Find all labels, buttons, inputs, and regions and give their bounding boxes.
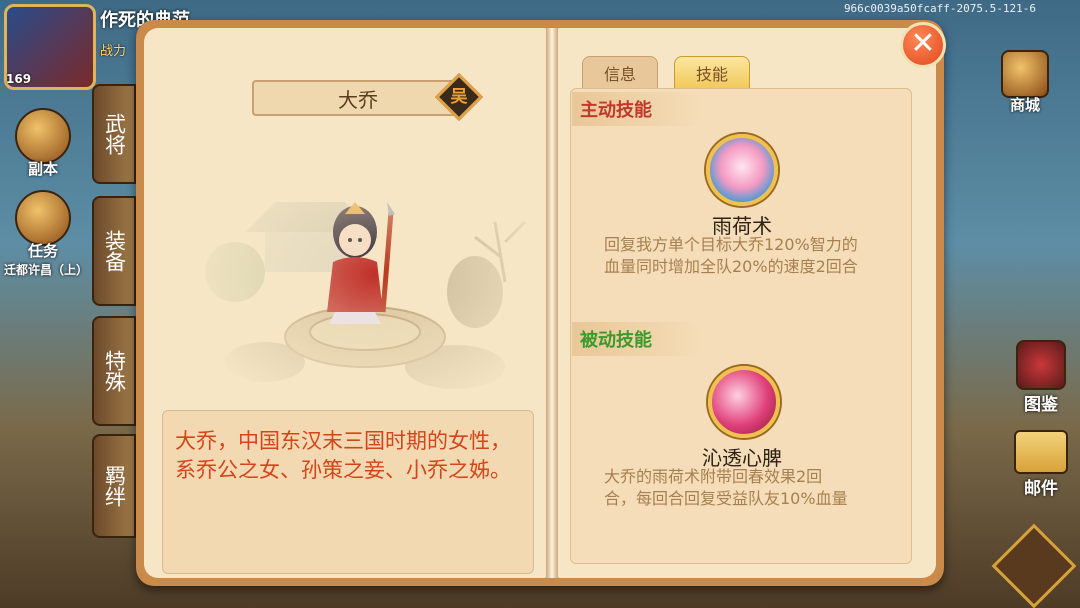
side-tab-generals[interactable]: 武将 [92,84,136,184]
mail-label: 邮件 [1024,479,1058,499]
lotus-icon[interactable] [706,134,778,206]
shop-button[interactable]: 商城 [994,50,1056,115]
side-tab-bonds[interactable]: 羁绊 [92,434,136,538]
tab-skills[interactable]: 技能 [674,56,750,90]
player-level: 169 [6,72,32,86]
build-watermark: 966c0039a50fcaff-2075.5-121-6 [843,2,1036,15]
hero-description-text: 大乔，中国东汉末三国时期的女性，系乔公之女、孙策之妾、小乔之姊。 [175,429,511,482]
catalog-button[interactable]: 图鉴 [1010,340,1072,415]
passive-skill-description: 大乔的雨荷术附带回春效果2回 合，每回合回复受益队友10%血量 [604,466,904,510]
dungeon-label: 副本 [27,160,58,178]
active-skill-header: 主动技能 [572,92,700,126]
tab-info[interactable]: 信息 [582,56,658,90]
active-skill-description: 回复我方单个目标大乔120%智力的 血量同时增加全队20%的速度2回合 [604,234,904,278]
side-tab-special[interactable]: 特殊 [92,316,136,426]
passive-skill-header: 被动技能 [572,322,700,356]
active-skill-desc-line: 血量同时增加全队20%的速度2回合 [604,257,858,276]
sword-shield-icon [15,108,71,164]
catalog-label: 图鉴 [1024,395,1058,415]
side-tab-equipment[interactable]: 装备 [92,196,136,306]
mail-icon [1014,430,1068,474]
quest-button[interactable]: 任务 [8,190,78,261]
hero-name: 大乔 [338,87,378,112]
catalog-icon [1016,340,1066,390]
hero-portrait-scene [205,162,545,412]
scene-vignette [205,162,545,412]
passive-skill-desc-line: 大乔的雨荷术附带回春效果2回 [604,467,823,486]
heart-icon[interactable] [708,366,780,438]
scroll-icon [15,190,71,246]
active-skill-desc-line: 回复我方单个目标大乔120%智力的 [604,235,858,254]
hero-name-plate: 大乔 [252,80,464,116]
shop-icon [1001,50,1049,98]
menu-toggle-icon[interactable] [991,523,1077,608]
mail-button[interactable]: 邮件 [1010,430,1072,499]
shop-label: 商城 [1009,96,1040,114]
passive-skill-desc-line: 合，每回合回复受益队友10%血量 [604,489,848,508]
close-button[interactable]: ✕ [900,22,946,68]
quest-tracker-text[interactable]: 迁都许昌（上） [0,262,92,278]
book-spine [546,28,558,578]
faction-label: 吴 [450,87,468,107]
hero-description: 大乔，中国东汉末三国时期的女性，系乔公之女、孙策之妾、小乔之姊。 [162,410,534,574]
player-power-label: 战力 [100,44,127,59]
close-icon: ✕ [910,26,936,61]
dungeon-button[interactable]: 副本 [8,108,78,179]
quest-label: 任务 [27,242,58,260]
